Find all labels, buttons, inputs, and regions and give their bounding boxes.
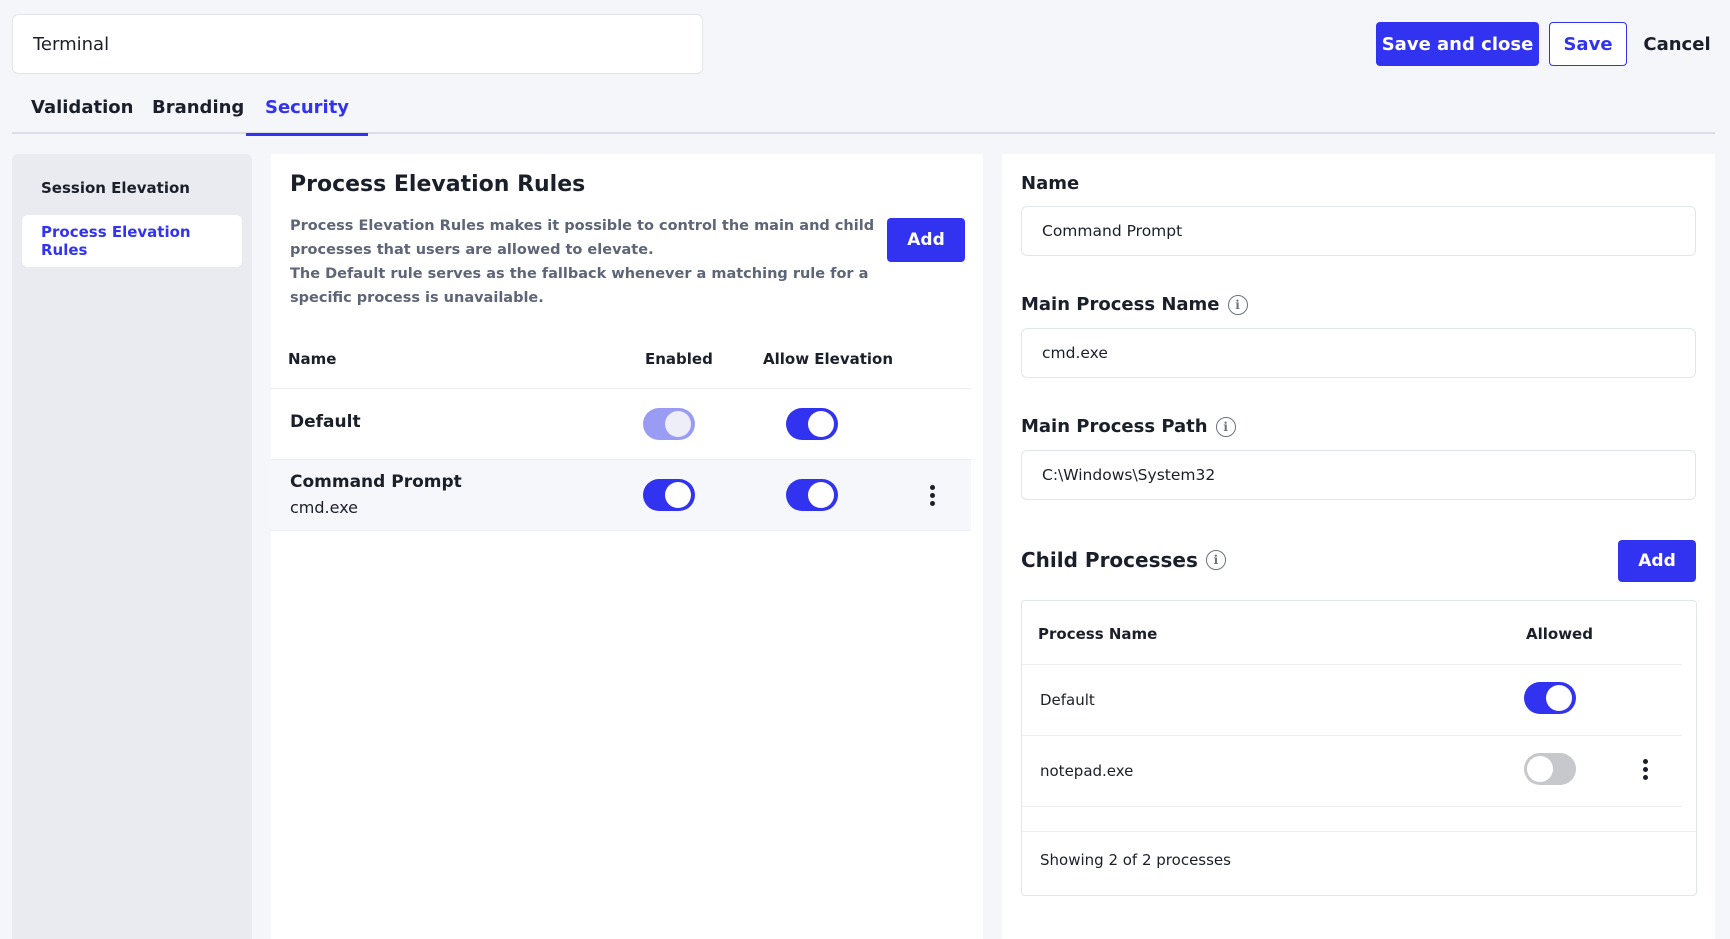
description-line-2: The Default rule serves as the fallback … [290,266,869,306]
allowed-toggle[interactable] [1524,682,1576,714]
rule-name: Default [290,412,361,432]
kebab-menu-icon[interactable] [920,481,944,509]
save-and-close-button[interactable]: Save and close [1376,22,1539,66]
child-processes-title: Child Processes i [1021,548,1226,572]
rules-panel-description: Process Elevation Rules makes it possibl… [290,214,880,310]
rule-process: cmd.exe [290,498,359,517]
sidebar-item-process-elevation-rules[interactable]: Process Elevation Rules [22,215,242,267]
description-line-1: Process Elevation Rules makes it possibl… [290,218,875,258]
tab-branding[interactable]: Branding [152,80,244,134]
child-processes-table: Process Name Allowed Default notepad.exe… [1021,600,1697,896]
row-divider [1022,664,1682,665]
name-field[interactable] [1021,206,1696,256]
table-row[interactable]: Default [271,389,971,459]
rule-detail-panel: Name Main Process Name i Main Process Pa… [1002,154,1715,939]
add-rule-button[interactable]: Add [887,218,965,262]
info-icon[interactable]: i [1227,294,1248,315]
rules-panel-title: Process Elevation Rules [290,172,586,197]
main-process-name-field[interactable] [1021,328,1696,378]
save-button[interactable]: Save [1549,22,1627,66]
info-icon[interactable]: i [1205,550,1226,570]
column-header-process-name: Process Name [1038,625,1158,643]
row-divider [1022,735,1682,736]
column-header-allowed: Allowed [1526,625,1593,643]
main-process-path-label: Main Process Path i [1021,416,1236,437]
row-divider [271,530,971,531]
allowed-toggle[interactable] [1524,753,1576,785]
row-divider [1022,806,1682,807]
enabled-toggle[interactable] [643,479,695,511]
column-header-enabled: Enabled [645,350,713,368]
rules-panel: Process Elevation Rules Process Elevatio… [271,154,983,939]
tab-bar: Validation Branding Security [12,80,1715,136]
column-header-allow-elevation: Allow Elevation [763,350,894,368]
column-header-name: Name [288,350,337,368]
main-process-path-field[interactable] [1021,450,1696,500]
tab-security[interactable]: Security [245,80,369,136]
kebab-menu-icon[interactable] [1633,755,1657,783]
add-child-process-button[interactable]: Add [1618,540,1696,582]
pagination-summary: Showing 2 of 2 processes [1040,851,1231,869]
allow-elevation-toggle[interactable] [786,408,838,440]
rule-name: Command Prompt [290,472,462,492]
title-input[interactable] [12,14,703,74]
name-label: Name [1021,173,1080,194]
main-process-name-label: Main Process Name i [1021,294,1248,315]
footer-divider [1022,831,1696,832]
allow-elevation-toggle[interactable] [786,479,838,511]
child-process-name: notepad.exe [1040,762,1134,780]
sidebar-item-session-elevation[interactable]: Session Elevation [22,162,242,214]
child-process-name: Default [1040,691,1095,709]
enabled-toggle [643,408,695,440]
table-row[interactable]: Command Prompt cmd.exe [271,460,971,530]
info-icon[interactable]: i [1215,416,1236,437]
cancel-button[interactable]: Cancel [1637,22,1717,66]
tab-validation[interactable]: Validation [31,80,133,134]
sidebar: Session Elevation Process Elevation Rule… [12,154,252,939]
